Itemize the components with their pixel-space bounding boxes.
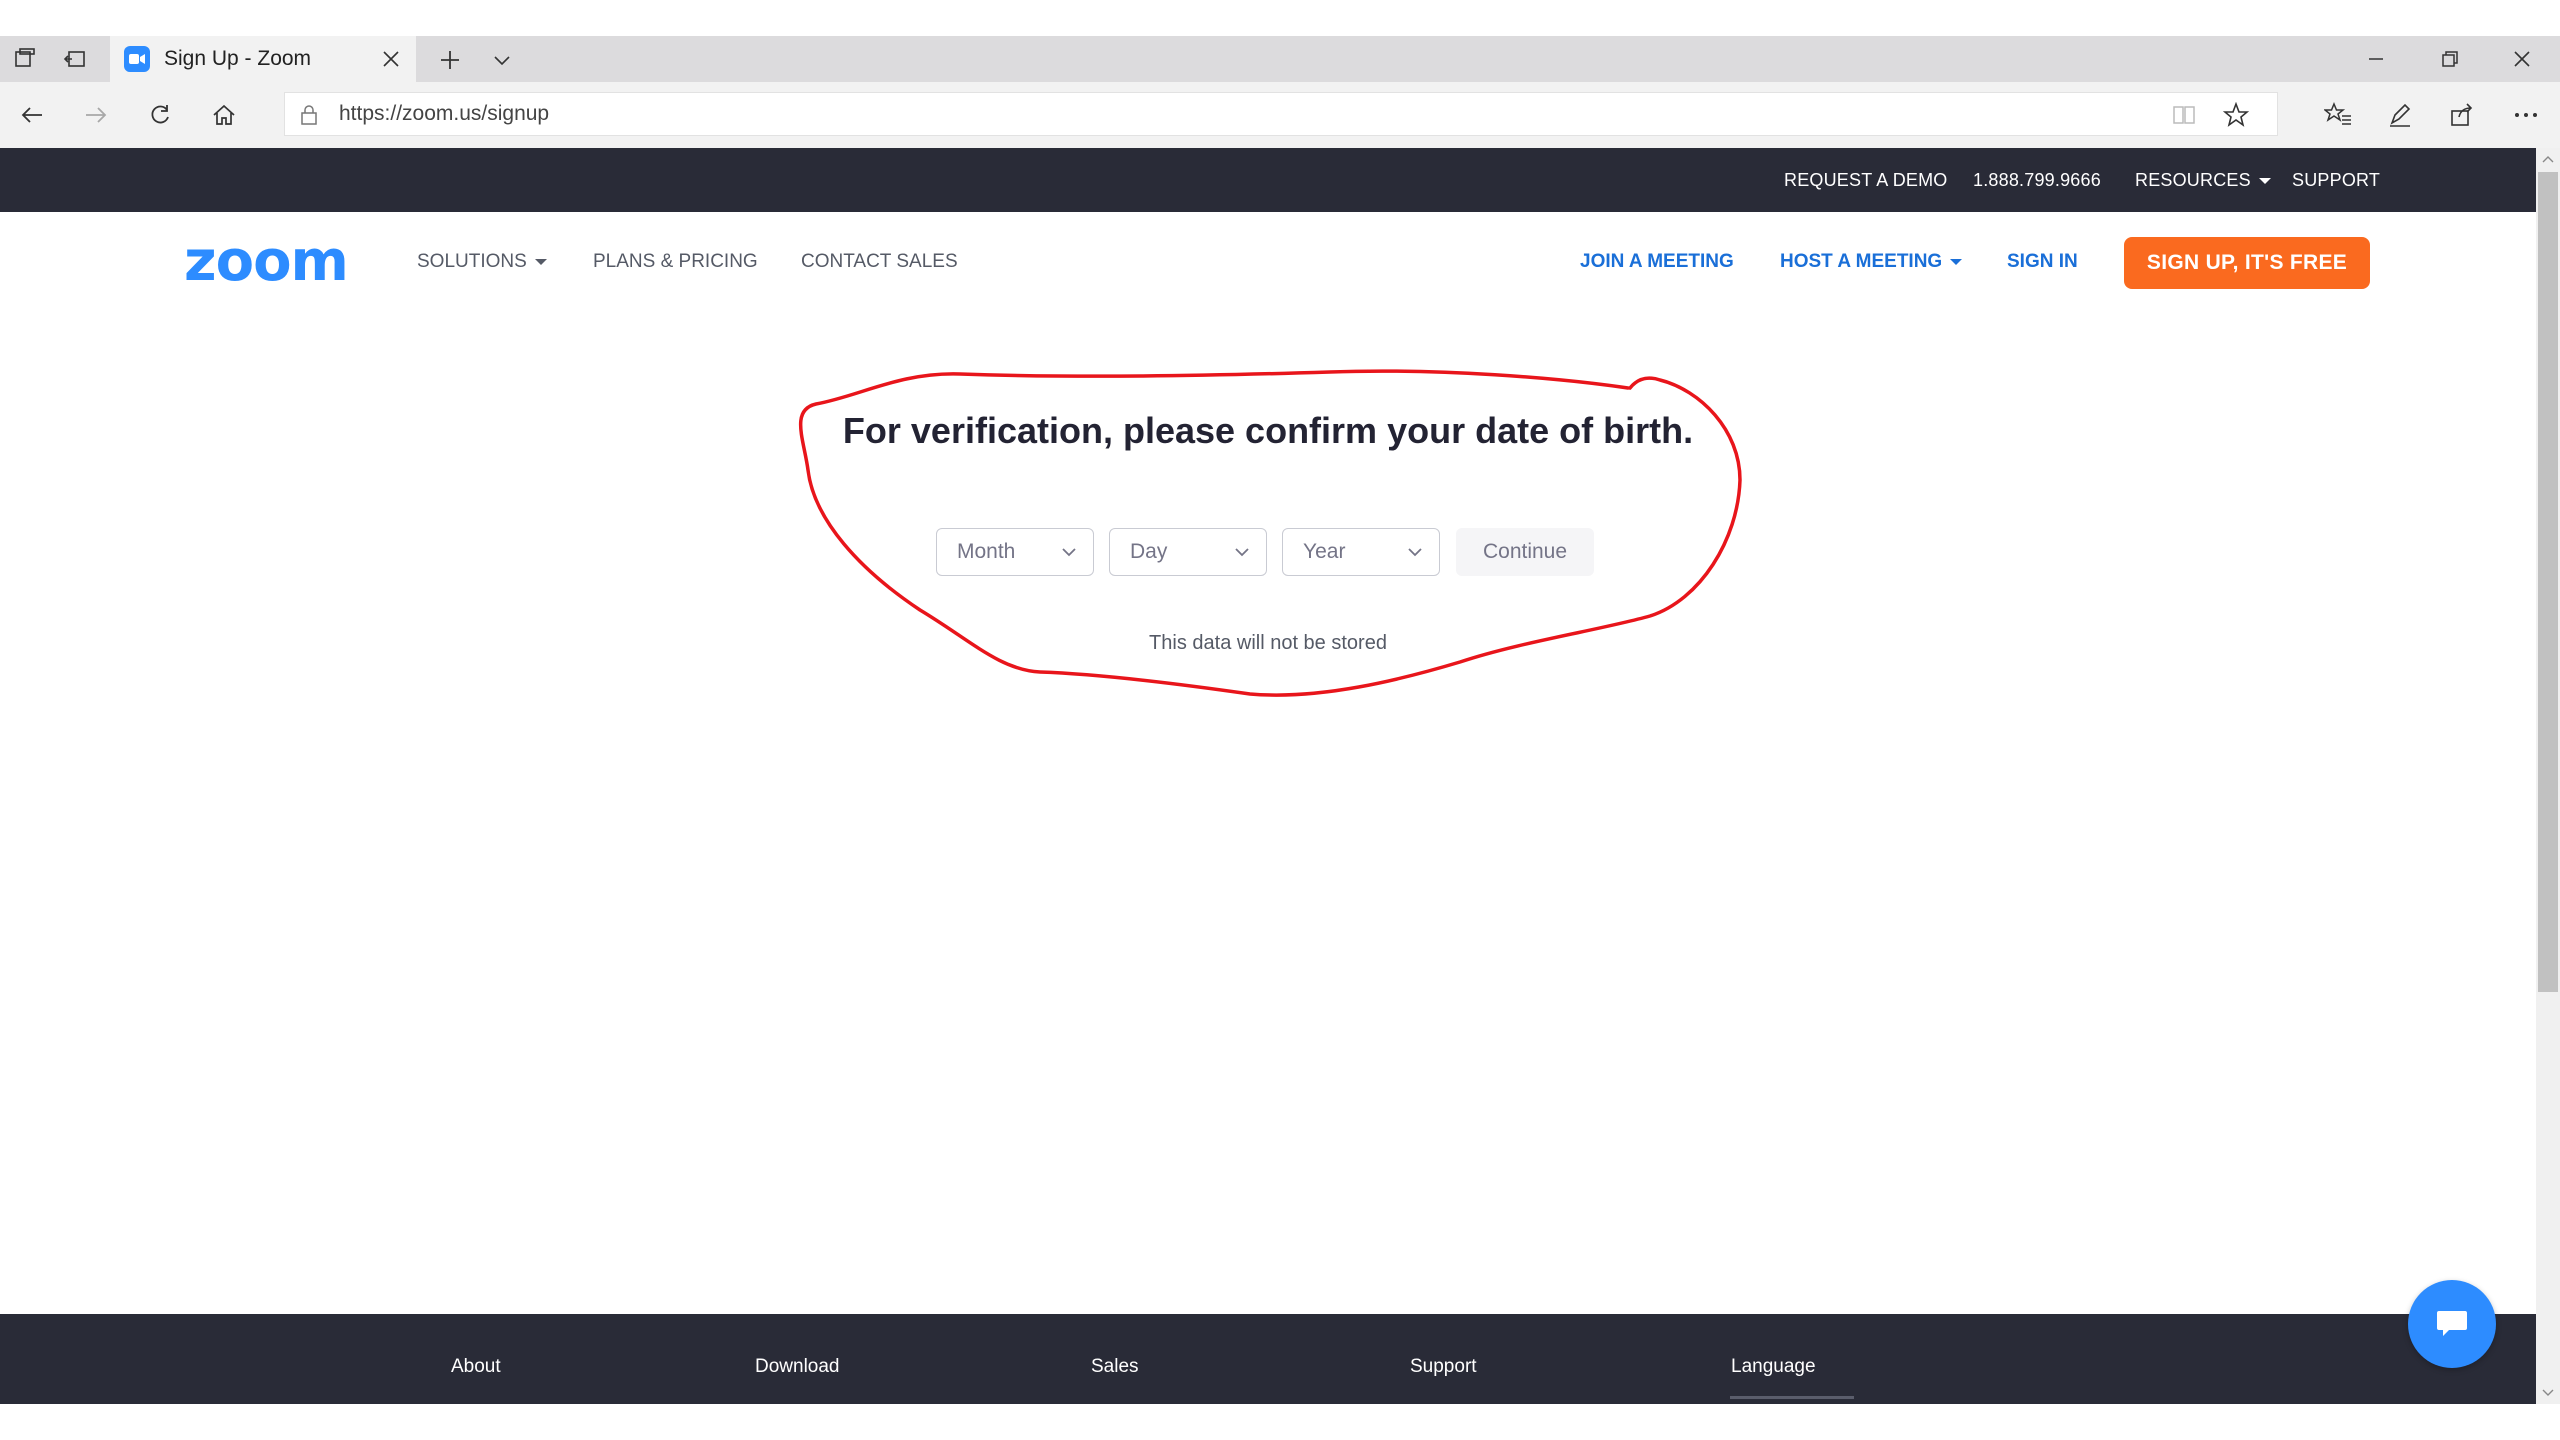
- solutions-menu[interactable]: SOLUTIONS: [417, 248, 547, 276]
- footer-about-link[interactable]: About: [451, 1356, 501, 1378]
- window-bottom-edge: [0, 1404, 2560, 1440]
- tab-set-aside-icon[interactable]: [8, 42, 42, 76]
- footer-support-link[interactable]: Support: [1410, 1356, 1477, 1378]
- continue-button[interactable]: Continue: [1456, 528, 1594, 576]
- url-field[interactable]: https://zoom.us/signup: [284, 92, 2278, 136]
- zoom-logo[interactable]: zoom: [184, 234, 349, 290]
- year-select-value: Year: [1303, 540, 1346, 563]
- chevron-down-icon: [1062, 548, 1076, 557]
- new-tab-icon[interactable]: [432, 42, 468, 78]
- scroll-up-icon[interactable]: [2538, 150, 2558, 168]
- phone-number-link[interactable]: 1.888.799.9666: [1973, 148, 2101, 212]
- join-meeting-link[interactable]: JOIN A MEETING: [1580, 248, 1734, 276]
- solutions-label: SOLUTIONS: [417, 251, 527, 272]
- data-not-stored-note: This data will not be stored: [1149, 632, 1387, 654]
- tab-sign-up-zoom[interactable]: Sign Up - Zoom: [110, 36, 416, 82]
- forward-icon[interactable]: [76, 96, 116, 134]
- year-select[interactable]: Year: [1282, 528, 1440, 576]
- restore-icon[interactable]: [2430, 42, 2470, 76]
- host-meeting-label: HOST A MEETING: [1780, 251, 1943, 272]
- support-link[interactable]: SUPPORT: [2292, 148, 2380, 212]
- plans-pricing-link[interactable]: PLANS & PRICING: [593, 248, 758, 276]
- footer-download-link[interactable]: Download: [755, 1356, 840, 1378]
- tab-title: Sign Up - Zoom: [164, 47, 312, 70]
- month-select-value: Month: [957, 540, 1016, 563]
- chevron-down-icon: [1408, 548, 1422, 557]
- close-icon[interactable]: [376, 44, 406, 74]
- host-meeting-menu[interactable]: HOST A MEETING: [1780, 248, 1963, 276]
- favorite-star-icon[interactable]: [2219, 99, 2253, 131]
- scroll-down-icon[interactable]: [2538, 1384, 2558, 1402]
- caret-down-icon: [534, 258, 547, 265]
- chat-icon: [2437, 1311, 2467, 1336]
- language-select-underline: [1730, 1396, 1854, 1399]
- lock-icon: [295, 101, 323, 129]
- reading-view-icon[interactable]: [2167, 99, 2201, 131]
- footer: [0, 1314, 2536, 1404]
- day-select[interactable]: Day: [1109, 528, 1267, 576]
- share-icon[interactable]: [2442, 96, 2482, 134]
- resources-menu[interactable]: RESOURCES: [2135, 148, 2271, 212]
- day-select-value: Day: [1130, 540, 1168, 563]
- refresh-icon[interactable]: [140, 96, 180, 134]
- sign-in-link[interactable]: SIGN IN: [2007, 248, 2078, 276]
- page-title: For verification, please confirm your da…: [842, 410, 1694, 451]
- back-icon[interactable]: [12, 96, 52, 134]
- minimize-icon[interactable]: [2356, 42, 2396, 76]
- caret-down-icon: [1950, 258, 1963, 265]
- favorites-hub-icon[interactable]: [2318, 96, 2358, 134]
- tab-preview-icon[interactable]: [58, 42, 92, 76]
- chevron-down-icon[interactable]: [486, 42, 518, 78]
- footer-language-link[interactable]: Language: [1731, 1356, 1816, 1378]
- caret-down-icon: [2258, 178, 2271, 185]
- window-close-icon[interactable]: [2502, 42, 2542, 76]
- pen-icon[interactable]: [2380, 96, 2420, 134]
- signup-button[interactable]: SIGN UP, IT'S FREE: [2124, 237, 2370, 289]
- home-icon[interactable]: [204, 96, 244, 134]
- chevron-down-icon: [1235, 548, 1249, 557]
- request-demo-link[interactable]: REQUEST A DEMO: [1784, 148, 1948, 212]
- chat-button[interactable]: [2408, 1280, 2496, 1368]
- scrollbar-thumb[interactable]: [2538, 172, 2558, 992]
- zoom-favicon-icon: [124, 46, 150, 72]
- url-text: https://zoom.us/signup: [339, 102, 550, 125]
- footer-sales-link[interactable]: Sales: [1091, 1356, 1139, 1378]
- more-icon[interactable]: [2506, 96, 2546, 134]
- resources-label: RESOURCES: [2135, 170, 2251, 190]
- month-select[interactable]: Month: [936, 528, 1094, 576]
- contact-sales-link[interactable]: CONTACT SALES: [801, 248, 958, 276]
